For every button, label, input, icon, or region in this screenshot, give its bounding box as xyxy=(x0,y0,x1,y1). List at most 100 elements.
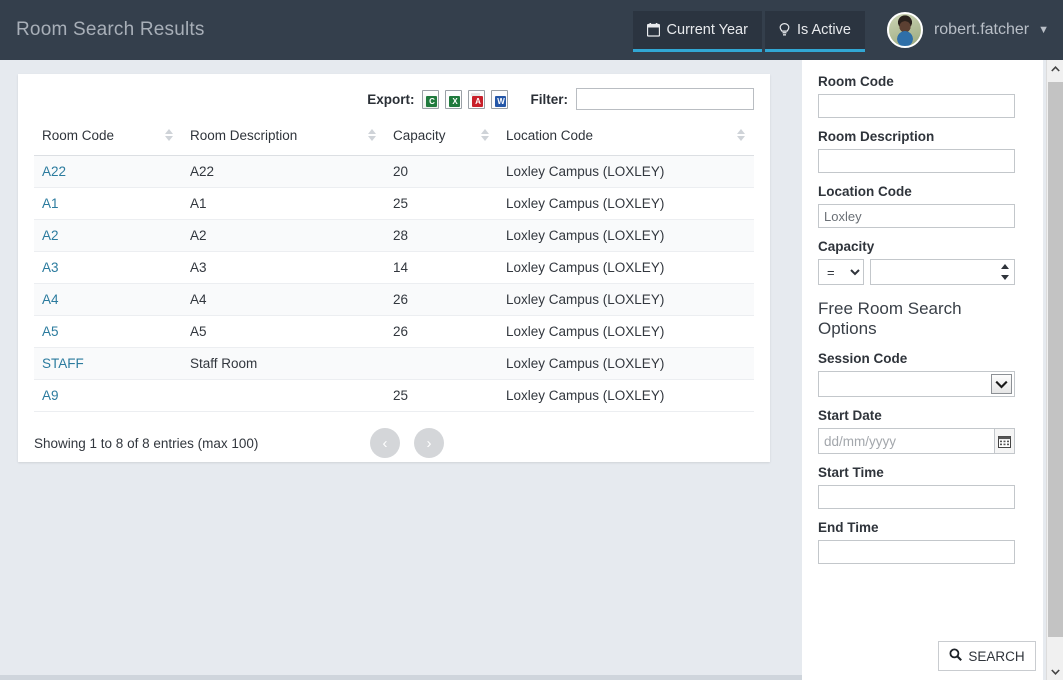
entries-info: Showing 1 to 8 of 8 entries (max 100) xyxy=(34,435,259,451)
start-time-input[interactable] xyxy=(818,485,1015,510)
cell-capacity: 14 xyxy=(385,251,498,284)
end-time-label: End Time xyxy=(818,520,879,536)
app-header: Room Search Results Current Year Is Acti… xyxy=(0,0,1063,60)
cell-room-description: Staff Room xyxy=(182,347,385,380)
cell-capacity: 28 xyxy=(385,219,498,252)
search-button[interactable]: SEARCH xyxy=(938,641,1036,671)
room-code-link[interactable]: A3 xyxy=(42,260,59,275)
field-room-description: Room Description xyxy=(818,129,1021,173)
scroll-down-arrow-icon[interactable] xyxy=(1047,663,1063,680)
room-code-label: Room Code xyxy=(818,74,894,89)
sort-icon[interactable] xyxy=(737,128,746,142)
search-button-label: SEARCH xyxy=(968,648,1025,664)
context-button-label: Current Year xyxy=(666,22,748,38)
cell-room-code: A1 xyxy=(34,187,182,220)
lightbulb-icon xyxy=(779,23,790,37)
cell-capacity: 26 xyxy=(385,283,498,316)
column-header-room-code[interactable]: Room Code xyxy=(34,122,182,156)
user-menu[interactable]: robert.fatcher ▼ xyxy=(886,12,1049,48)
column-label: Capacity xyxy=(393,128,446,143)
pagination-next-button[interactable]: › xyxy=(414,428,444,458)
context-button-current-year[interactable]: Current Year xyxy=(632,11,763,52)
magnifier-icon xyxy=(949,648,963,664)
column-header-capacity[interactable]: Capacity xyxy=(385,122,498,156)
export-csv-icon[interactable]: C xyxy=(422,89,440,109)
page-bottom-strip xyxy=(0,675,802,680)
capacity-stepper[interactable] xyxy=(1001,263,1010,281)
field-location-code: Location Code xyxy=(818,184,1021,228)
calendar-icon[interactable] xyxy=(994,428,1015,455)
cell-location-code: Loxley Campus (LOXLEY) xyxy=(498,251,754,284)
sort-icon[interactable] xyxy=(481,128,490,142)
export-excel-icon[interactable]: X xyxy=(445,89,463,109)
context-button-is-active[interactable]: Is Active xyxy=(764,11,865,52)
capacity-label: Capacity xyxy=(818,239,875,254)
scrollbar-thumb[interactable] xyxy=(1048,82,1063,637)
table-row: A1 A1 25 Loxley Campus (LOXLEY) xyxy=(34,187,754,220)
cell-room-code: A9 xyxy=(34,379,182,412)
cell-capacity: 20 xyxy=(385,155,498,188)
room-code-link[interactable]: A9 xyxy=(42,388,59,403)
location-code-label: Location Code xyxy=(818,184,912,199)
cell-room-description: A1 xyxy=(182,187,385,220)
cell-location-code: Loxley Campus (LOXLEY) xyxy=(498,219,754,252)
start-date-wrapper xyxy=(818,428,1015,455)
scroll-up-arrow-icon[interactable] xyxy=(1047,60,1063,77)
room-code-link[interactable]: STAFF xyxy=(42,356,84,371)
cell-room-code: A5 xyxy=(34,315,182,348)
cell-room-description: A4 xyxy=(182,283,385,316)
header-right-group: Current Year Is Active robert.fatcher ▼ xyxy=(632,0,1063,60)
field-session-code: Session Code xyxy=(818,351,1021,398)
table-toolbar: Export: C X A W Filter: xyxy=(18,74,770,116)
pagination-prev-button[interactable]: ‹ xyxy=(370,428,400,458)
results-table: Room Code Room Description Capacity Loca… xyxy=(34,122,754,412)
capacity-operator-select[interactable]: =><>=<= xyxy=(818,259,864,285)
export-word-icon[interactable]: W xyxy=(491,89,509,109)
table-row: A2 A2 28 Loxley Campus (LOXLEY) xyxy=(34,219,754,252)
cell-room-description: A22 xyxy=(182,155,385,188)
export-pdf-glyph: A xyxy=(472,95,484,107)
context-button-label: Is Active xyxy=(796,22,851,38)
filter-input[interactable] xyxy=(576,88,754,110)
cell-location-code: Loxley Campus (LOXLEY) xyxy=(498,347,754,380)
cell-capacity xyxy=(385,347,498,380)
room-code-input[interactable] xyxy=(818,94,1015,118)
export-pdf-icon[interactable]: A xyxy=(468,89,486,109)
room-code-link[interactable]: A5 xyxy=(42,324,59,339)
export-excel-glyph: X xyxy=(449,95,461,107)
end-time-input[interactable] xyxy=(818,540,1015,565)
sort-icon[interactable] xyxy=(368,128,377,142)
cell-location-code: Loxley Campus (LOXLEY) xyxy=(498,187,754,220)
pagination: ‹ › xyxy=(370,428,444,458)
results-card: Export: C X A W Filter: Room Code Room D… xyxy=(18,74,770,462)
cell-room-description: A3 xyxy=(182,251,385,284)
cell-room-code: STAFF xyxy=(34,347,182,380)
table-head: Room Code Room Description Capacity Loca… xyxy=(34,122,754,156)
column-header-location-code[interactable]: Location Code xyxy=(498,122,754,156)
start-date-input[interactable] xyxy=(818,428,994,455)
free-room-search-heading: Free Room Search Options xyxy=(818,299,962,339)
page-title: Room Search Results xyxy=(16,19,205,40)
table-row: A4 A4 26 Loxley Campus (LOXLEY) xyxy=(34,283,754,316)
session-code-select[interactable] xyxy=(818,371,1015,398)
room-code-link[interactable]: A1 xyxy=(42,196,59,211)
column-header-room-description[interactable]: Room Description xyxy=(182,122,385,156)
cell-room-code: A2 xyxy=(34,219,182,252)
username-label: robert.fatcher xyxy=(933,21,1030,38)
page-scrollbar[interactable] xyxy=(1046,60,1063,680)
sort-icon[interactable] xyxy=(165,128,174,142)
table-row: A5 A5 26 Loxley Campus (LOXLEY) xyxy=(34,315,754,348)
room-code-link[interactable]: A4 xyxy=(42,292,59,307)
filter-label: Filter: xyxy=(530,91,568,107)
cell-location-code: Loxley Campus (LOXLEY) xyxy=(498,283,754,316)
cell-room-description xyxy=(182,379,385,412)
cell-location-code: Loxley Campus (LOXLEY) xyxy=(498,155,754,188)
room-code-link[interactable]: A22 xyxy=(42,164,66,179)
capacity-value-input[interactable] xyxy=(870,259,1015,285)
field-start-time: Start Time xyxy=(818,465,1021,510)
room-code-link[interactable]: A2 xyxy=(42,228,59,243)
location-code-input[interactable] xyxy=(818,204,1015,228)
avatar xyxy=(886,12,923,48)
room-description-input[interactable] xyxy=(818,149,1015,173)
column-label: Room Description xyxy=(190,128,298,143)
